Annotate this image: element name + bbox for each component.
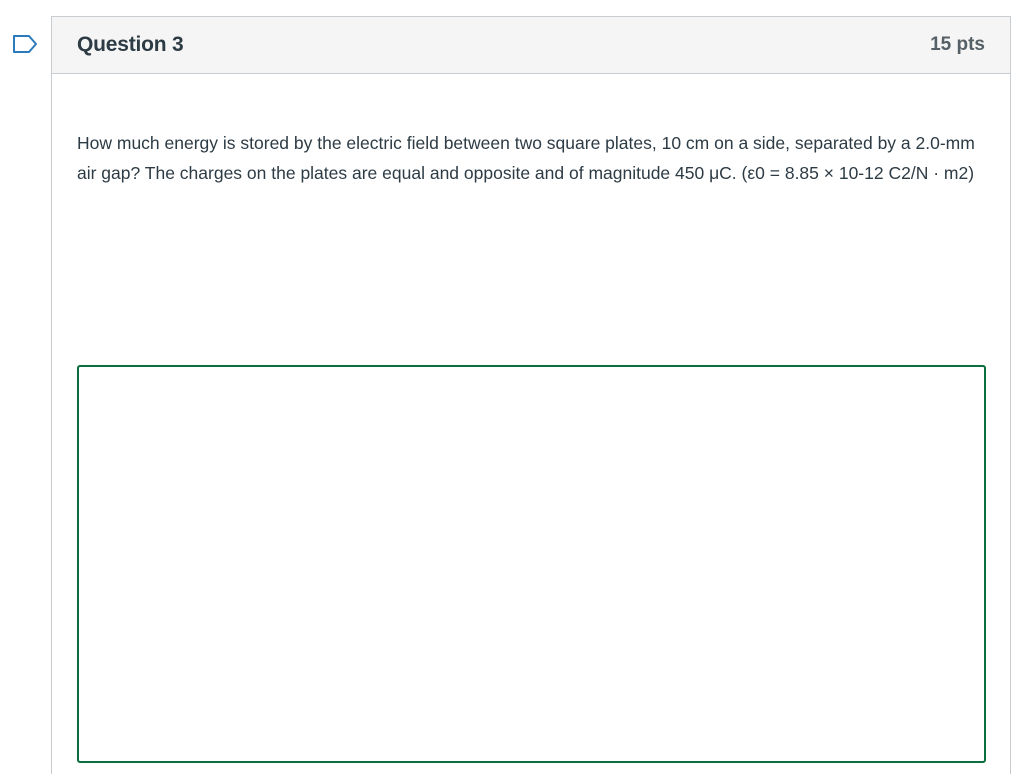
answer-textarea[interactable] [77,365,986,763]
question-points: 15 pts [930,34,985,55]
question-header: Question 3 15 pts [52,17,1010,74]
quiz-page: Question 3 15 pts How much energy is sto… [0,0,1024,774]
question-card: Question 3 15 pts How much energy is sto… [51,16,1011,774]
question-text: How much energy is stored by the electri… [77,133,975,183]
question-title: Question 3 [77,33,184,56]
question-body: How much energy is stored by the electri… [52,74,1010,188]
bookmark-flag-icon[interactable] [12,34,40,54]
